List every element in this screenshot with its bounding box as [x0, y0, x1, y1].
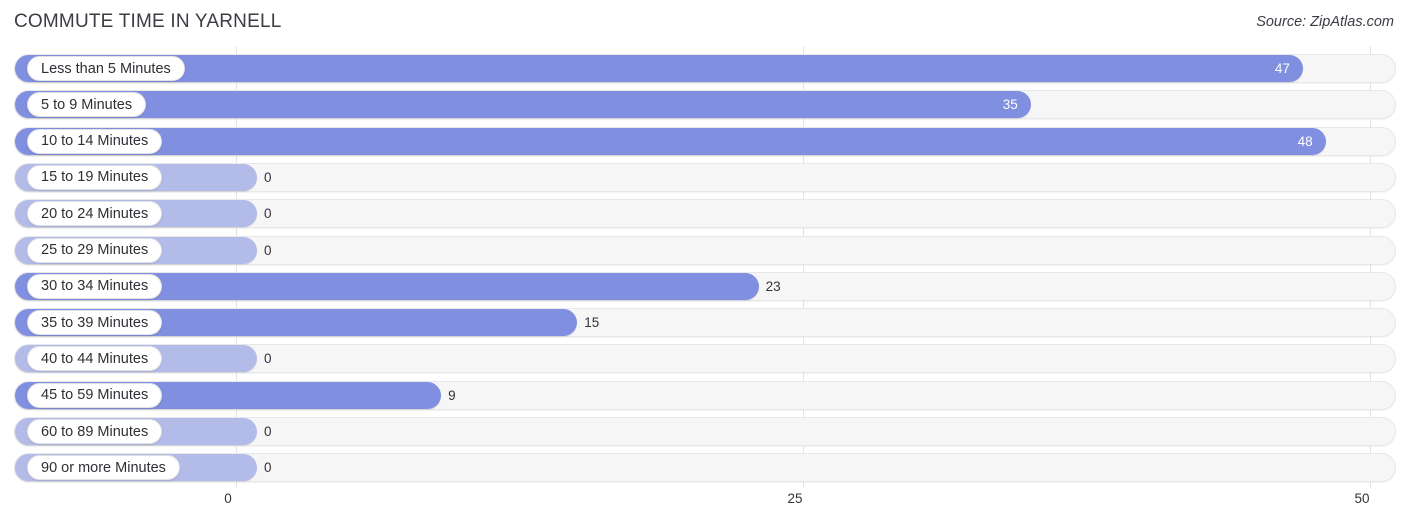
- category-label: 30 to 34 Minutes: [41, 278, 149, 295]
- category-label-pill: 25 to 29 Minutes: [27, 237, 163, 263]
- chart-header: COMMUTE TIME IN YARNELL Source: ZipAtlas…: [0, 0, 1406, 46]
- bar-value-label: 0: [264, 460, 272, 476]
- chart-page: COMMUTE TIME IN YARNELL Source: ZipAtlas…: [0, 0, 1406, 523]
- bar-value-label: 47: [1274, 61, 1290, 76]
- bar-row[interactable]: 15 to 19 Minutes 0: [14, 162, 1396, 192]
- bar-row[interactable]: 10 to 14 Minutes 48: [14, 126, 1396, 156]
- page-title: COMMUTE TIME IN YARNELL: [14, 11, 282, 32]
- category-label: 10 to 14 Minutes: [41, 133, 149, 150]
- bar-row[interactable]: 45 to 59 Minutes 9: [14, 380, 1396, 410]
- category-label-pill: 5 to 9 Minutes: [27, 92, 147, 118]
- category-label: 35 to 39 Minutes: [41, 314, 149, 331]
- bar-row[interactable]: 30 to 34 Minutes 23: [14, 271, 1396, 301]
- bar[interactable]: [15, 127, 1326, 155]
- category-label-pill: 45 to 59 Minutes: [27, 382, 163, 408]
- category-label: 45 to 59 Minutes: [41, 387, 149, 404]
- bar-row[interactable]: 35 to 39 Minutes 15: [14, 308, 1396, 338]
- category-label-pill: Less than 5 Minutes: [27, 56, 185, 81]
- bar[interactable]: [15, 55, 1303, 82]
- bar-value-label: 0: [264, 169, 272, 185]
- bar-value-label: 48: [1297, 133, 1313, 149]
- bar-row[interactable]: 25 to 29 Minutes 0: [14, 235, 1396, 265]
- x-axis: 0 25 50: [0, 488, 1406, 523]
- bar-value-label: 23: [765, 278, 781, 294]
- category-label: 60 to 89 Minutes: [41, 423, 149, 440]
- source-attribution: Source: ZipAtlas.com: [1256, 14, 1394, 30]
- category-label-pill: 30 to 34 Minutes: [27, 273, 163, 299]
- bar-row[interactable]: 5 to 9 Minutes 35: [14, 90, 1396, 120]
- category-label: 5 to 9 Minutes: [41, 96, 133, 113]
- category-label: 25 to 29 Minutes: [41, 242, 149, 258]
- bar-value-label: 0: [264, 206, 272, 222]
- bar-row[interactable]: Less than 5 Minutes 47: [14, 54, 1396, 83]
- category-label-pill: 20 to 24 Minutes: [27, 201, 163, 227]
- bar-row[interactable]: 90 or more Minutes 0: [14, 453, 1396, 483]
- category-label-pill: 40 to 44 Minutes: [27, 346, 163, 372]
- x-tick-label-0: 0: [224, 491, 232, 506]
- category-label: 20 to 24 Minutes: [41, 205, 149, 222]
- bar-value-label: 9: [448, 387, 456, 403]
- bar-value-label: 15: [584, 315, 600, 331]
- category-label: 40 to 44 Minutes: [41, 350, 149, 367]
- category-label: 15 to 19 Minutes: [41, 169, 149, 186]
- bar-row[interactable]: 40 to 44 Minutes 0: [14, 344, 1396, 374]
- category-label-pill: 90 or more Minutes: [27, 455, 180, 481]
- x-tick-label-50: 50: [1354, 491, 1370, 506]
- bar-value-label: 0: [264, 351, 272, 367]
- bar-rows: Less than 5 Minutes 47 5 to 9 Minutes 35 10 …: [0, 46, 1406, 488]
- category-label-pill: 35 to 39 Minutes: [27, 310, 163, 336]
- bar-row[interactable]: 20 to 24 Minutes 0: [14, 199, 1396, 229]
- bar-value-label: 0: [264, 424, 272, 439]
- category-label: 90 or more Minutes: [41, 459, 166, 476]
- category-label-pill: 60 to 89 Minutes: [27, 419, 163, 444]
- bar-value-label: 0: [264, 242, 272, 258]
- category-label: Less than 5 Minutes: [41, 60, 171, 77]
- category-label-pill: 10 to 14 Minutes: [27, 128, 163, 154]
- category-label-pill: 15 to 19 Minutes: [27, 164, 163, 190]
- chart-plot-area: Less than 5 Minutes 47 5 to 9 Minutes 35 10 …: [0, 46, 1406, 488]
- bar-value-label: 35: [1002, 97, 1018, 113]
- bar[interactable]: [15, 91, 1031, 119]
- x-tick-label-25: 25: [787, 491, 803, 506]
- bar-row[interactable]: 60 to 89 Minutes 0: [14, 417, 1396, 446]
